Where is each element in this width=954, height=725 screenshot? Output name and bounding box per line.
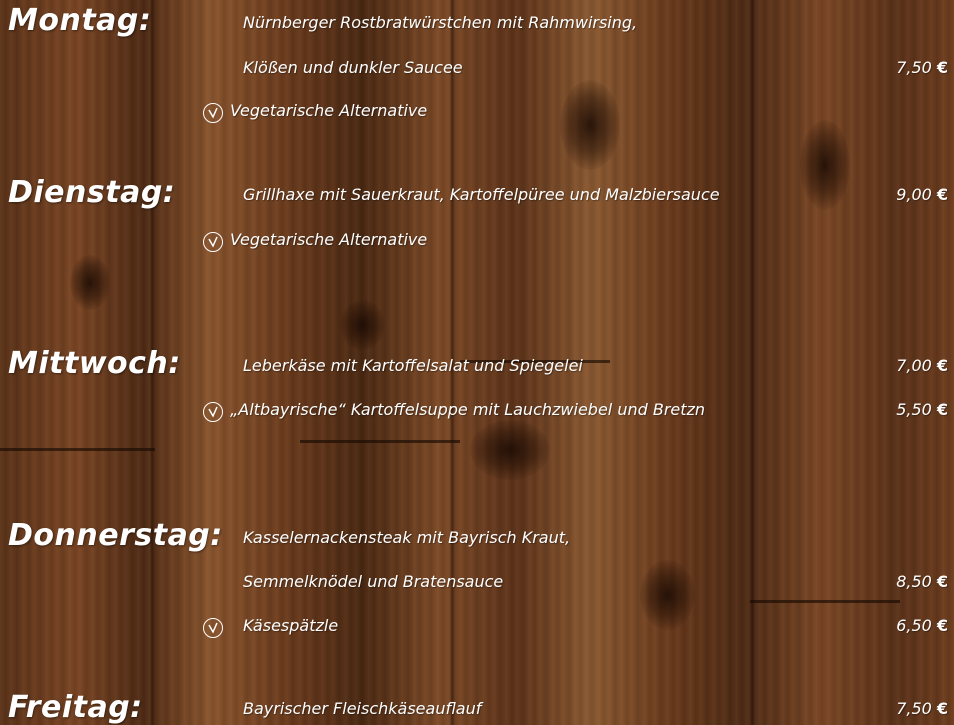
price: 6,50 €	[896, 616, 948, 635]
dish-line-vegetarian: Käsespätzle	[243, 616, 339, 635]
dish-line: Bayrischer Fleischkäseauflauf	[243, 699, 482, 718]
day-heading-dienstag: Dienstag:	[8, 175, 176, 210]
vegetarian-icon	[203, 402, 223, 422]
plank-seam	[750, 600, 900, 603]
vegetarian-icon	[203, 103, 223, 123]
dish-line: Nürnberger Rostbratwürstchen mit Rahmwir…	[243, 13, 638, 32]
dish-line-vegetarian: Vegetarische Alternative	[230, 230, 428, 249]
wood-knot	[560, 80, 620, 170]
day-heading-mittwoch: Mittwoch:	[8, 346, 181, 381]
price: 8,50 €	[896, 572, 948, 591]
dish-line: Kasselernackensteak mit Bayrisch Kraut,	[243, 528, 571, 547]
dish-line-vegetarian: Vegetarische Alternative	[230, 101, 428, 120]
wood-knot	[70, 255, 110, 310]
day-heading-donnerstag: Donnerstag:	[8, 518, 223, 553]
dish-line-vegetarian: „Altbayrische“ Kartoffelsuppe mit Lauchz…	[230, 400, 706, 419]
day-heading-freitag: Freitag:	[8, 690, 143, 725]
dish-line: Grillhaxe mit Sauerkraut, Kartoffelpüree…	[243, 185, 720, 204]
wood-knot	[800, 120, 850, 210]
dish-line: Semmelknödel und Bratensauce	[243, 572, 504, 591]
vegetarian-icon	[203, 618, 223, 638]
wood-knot	[340, 300, 385, 350]
price: 7,50 €	[896, 58, 948, 77]
dish-line: Leberkäse mit Kartoffelsalat und Spiegel…	[243, 356, 583, 375]
menu-page: { "currency": "€", "days": [ { "day": "M…	[0, 0, 954, 725]
wood-knot	[470, 420, 550, 480]
price: 9,00 €	[896, 185, 948, 204]
dish-line: Klößen und dunkler Saucee	[243, 58, 463, 77]
plank-seam	[300, 440, 460, 443]
day-heading-montag: Montag:	[8, 3, 152, 38]
wood-knot	[640, 560, 695, 630]
price: 5,50 €	[896, 400, 948, 419]
vegetarian-icon	[203, 232, 223, 252]
price: 7,50 €	[896, 699, 948, 718]
plank-seam	[0, 448, 155, 451]
price: 7,00 €	[896, 356, 948, 375]
